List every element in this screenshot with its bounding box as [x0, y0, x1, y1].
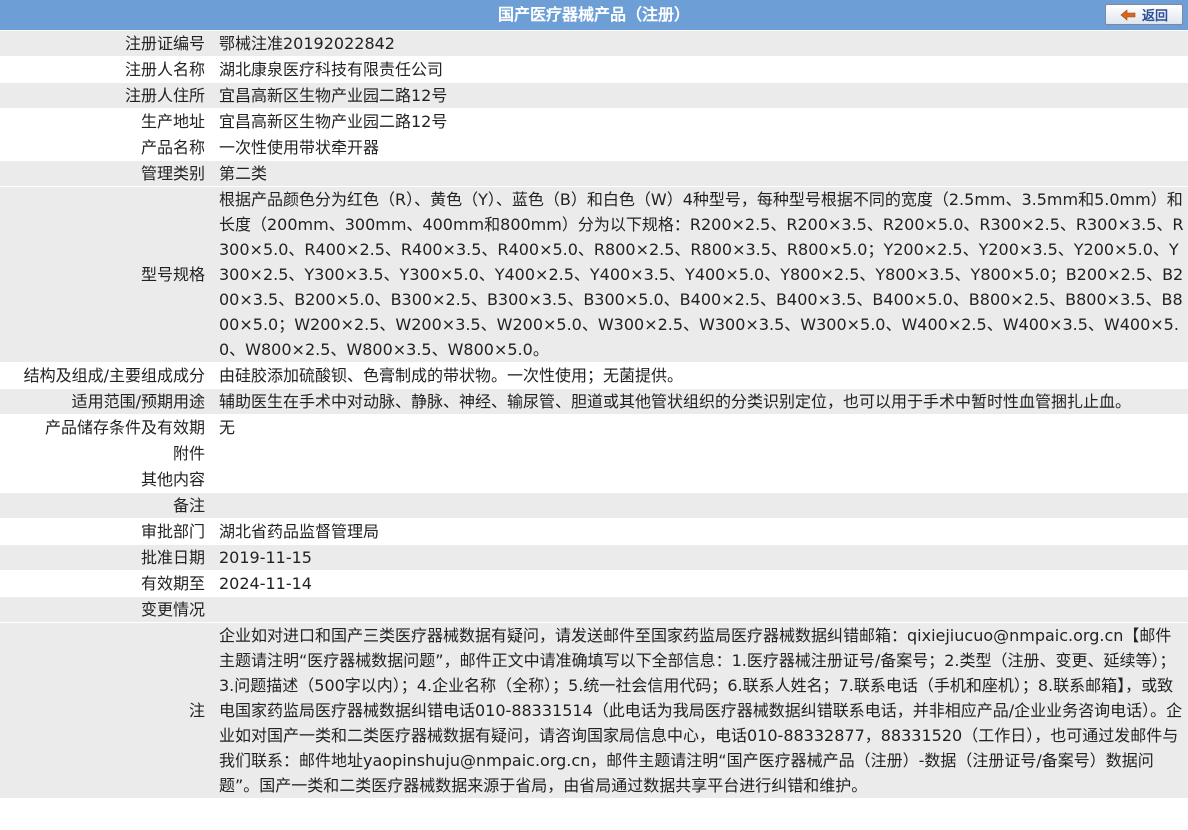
field-label: 结构及组成/主要组成成分 — [0, 362, 213, 389]
field-label: 注册证编号 — [0, 31, 213, 57]
field-value: 湖北省药品监督管理局 — [213, 518, 1188, 545]
note-label: 注 — [0, 622, 213, 799]
field-label: 批准日期 — [0, 544, 213, 571]
row-remarks: 备注 — [0, 492, 1188, 519]
field-value — [213, 492, 1188, 519]
field-label: 备注 — [0, 492, 213, 519]
field-value — [213, 596, 1188, 623]
field-label: 注册人住所 — [0, 82, 213, 109]
field-value: 根据产品颜色分为红色（R）、黄色（Y）、蓝色（B）和白色（W）4种型号，每种型号… — [213, 186, 1188, 363]
field-value: 无 — [213, 414, 1188, 441]
row-attachments: 附件 — [0, 440, 1188, 467]
page-header: 国产医疗器械产品（注册） 返回 — [0, 0, 1188, 31]
row-product-name: 产品名称 一次性使用带状牵开器 — [0, 134, 1188, 161]
field-label: 适用范围/预期用途 — [0, 388, 213, 415]
field-label: 产品名称 — [0, 134, 213, 161]
row-approval-date: 批准日期 2019-11-15 — [0, 544, 1188, 571]
field-value: 由硅胶添加硫酸钡、色膏制成的带状物。一次性使用；无菌提供。 — [213, 362, 1188, 389]
row-note: 注 企业如对进口和国产三类医疗器械数据有疑问，请发送邮件至国家药监局医疗器械数据… — [0, 622, 1188, 799]
field-value: 湖北康泉医疗科技有限责任公司 — [213, 56, 1188, 83]
row-management-category: 管理类别 第二类 — [0, 160, 1188, 187]
field-value — [213, 440, 1188, 467]
field-label: 生产地址 — [0, 108, 213, 135]
row-storage-validity: 产品储存条件及有效期 无 — [0, 414, 1188, 441]
row-registrant-address: 注册人住所 宜昌高新区生物产业园二路12号 — [0, 82, 1188, 109]
row-intended-use: 适用范围/预期用途 辅助医生在手术中对动脉、静脉、神经、输尿管、胆道或其他管状组… — [0, 388, 1188, 415]
field-label: 型号规格 — [0, 186, 213, 363]
field-label: 管理类别 — [0, 160, 213, 187]
row-registration-number: 注册证编号 鄂械注准20192022842 — [0, 31, 1188, 57]
field-label: 注册人名称 — [0, 56, 213, 83]
page-title: 国产医疗器械产品（注册） — [497, 5, 690, 24]
row-change-status: 变更情况 — [0, 596, 1188, 623]
row-valid-until: 有效期至 2024-11-14 — [0, 570, 1188, 597]
field-label: 审批部门 — [0, 518, 213, 545]
detail-table: 注册证编号 鄂械注准20192022842 注册人名称 湖北康泉医疗科技有限责任… — [0, 31, 1188, 799]
row-production-address: 生产地址 宜昌高新区生物产业园二路12号 — [0, 108, 1188, 135]
field-label: 变更情况 — [0, 596, 213, 623]
row-model-spec: 型号规格 根据产品颜色分为红色（R）、黄色（Y）、蓝色（B）和白色（W）4种型号… — [0, 186, 1188, 363]
field-label: 其他内容 — [0, 466, 213, 493]
field-label: 有效期至 — [0, 570, 213, 597]
field-value: 一次性使用带状牵开器 — [213, 134, 1188, 161]
row-structure-composition: 结构及组成/主要组成成分 由硅胶添加硫酸钡、色膏制成的带状物。一次性使用；无菌提… — [0, 362, 1188, 389]
row-approval-department: 审批部门 湖北省药品监督管理局 — [0, 518, 1188, 545]
field-value: 第二类 — [213, 160, 1188, 187]
field-value: 宜昌高新区生物产业园二路12号 — [213, 82, 1188, 109]
back-button[interactable]: 返回 — [1105, 4, 1183, 25]
field-label: 附件 — [0, 440, 213, 467]
back-arrow-icon — [1120, 8, 1136, 21]
field-value: 宜昌高新区生物产业园二路12号 — [213, 108, 1188, 135]
field-value: 2024-11-14 — [213, 570, 1188, 597]
field-value: 鄂械注准20192022842 — [213, 31, 1188, 57]
field-value: 2019-11-15 — [213, 544, 1188, 571]
row-registrant-name: 注册人名称 湖北康泉医疗科技有限责任公司 — [0, 56, 1188, 83]
field-label: 产品储存条件及有效期 — [0, 414, 213, 441]
field-value — [213, 466, 1188, 493]
row-other-content: 其他内容 — [0, 466, 1188, 493]
back-button-label: 返回 — [1141, 9, 1168, 24]
field-value: 辅助医生在手术中对动脉、静脉、神经、输尿管、胆道或其他管状组织的分类识别定位，也… — [213, 388, 1188, 415]
note-text: 企业如对进口和国产三类医疗器械数据有疑问，请发送邮件至国家药监局医疗器械数据纠错… — [213, 622, 1188, 799]
